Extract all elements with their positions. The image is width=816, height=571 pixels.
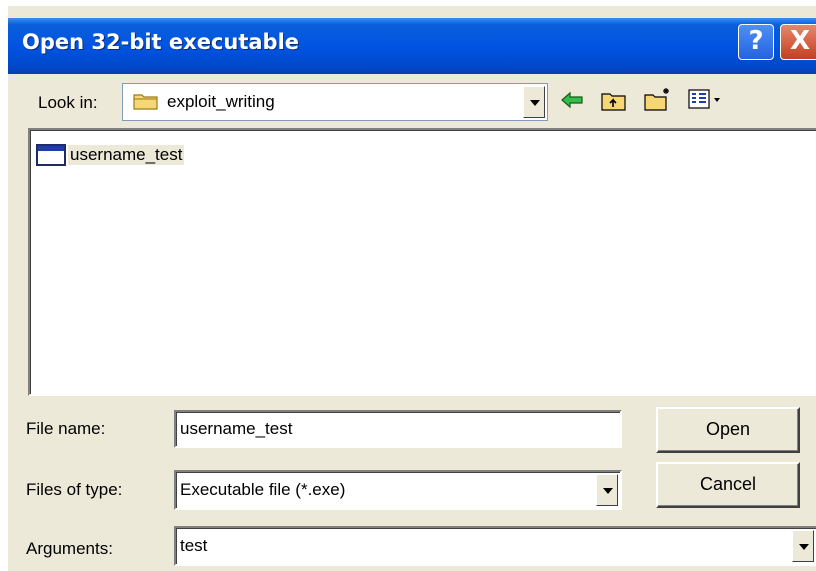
title-bar[interactable]: Open 32-bit executable ? X [8, 18, 816, 74]
look-in-label: Look in: [38, 93, 98, 112]
files-of-type-value: Executable file (*.exe) [180, 480, 346, 499]
up-folder-icon[interactable] [601, 88, 627, 117]
close-button[interactable]: X [780, 24, 816, 60]
back-arrow-icon[interactable] [560, 90, 584, 115]
cancel-button-label: Cancel [699, 474, 757, 494]
help-icon: ? [748, 26, 764, 56]
look-in-combo[interactable]: exploit_writing [122, 83, 548, 121]
dialog-title: Open 32-bit executable [22, 30, 300, 54]
open-button[interactable]: Open [656, 407, 800, 453]
new-folder-icon[interactable] [644, 86, 672, 117]
files-of-type-dropdown-button[interactable] [596, 474, 618, 506]
arguments-dropdown-button[interactable] [792, 530, 814, 562]
help-button[interactable]: ? [738, 24, 774, 60]
arguments-combo[interactable]: test [174, 526, 816, 566]
view-menu-icon[interactable] [688, 88, 724, 115]
folder-icon [133, 91, 159, 116]
close-icon: X [789, 26, 811, 56]
list-item[interactable]: username_test [36, 142, 185, 168]
arguments-value: test [180, 536, 208, 555]
file-item-name: username_test [68, 145, 185, 165]
open-button-label: Open [705, 419, 751, 439]
arguments-label: Arguments: [26, 539, 113, 558]
file-name-value: username_test [180, 419, 293, 438]
file-name-label: File name: [26, 419, 106, 438]
cancel-button[interactable]: Cancel [656, 462, 800, 508]
open-dialog: Open 32-bit executable ? X Look in: expl… [8, 6, 816, 571]
look-in-dropdown-button[interactable] [523, 86, 545, 118]
files-of-type-label: Files of type: [26, 480, 123, 499]
file-list[interactable] [28, 128, 816, 396]
look-in-value: exploit_writing [167, 92, 275, 111]
files-of-type-select[interactable]: Executable file (*.exe) [174, 470, 622, 510]
application-icon [36, 144, 66, 166]
file-name-input[interactable]: username_test [174, 410, 622, 448]
